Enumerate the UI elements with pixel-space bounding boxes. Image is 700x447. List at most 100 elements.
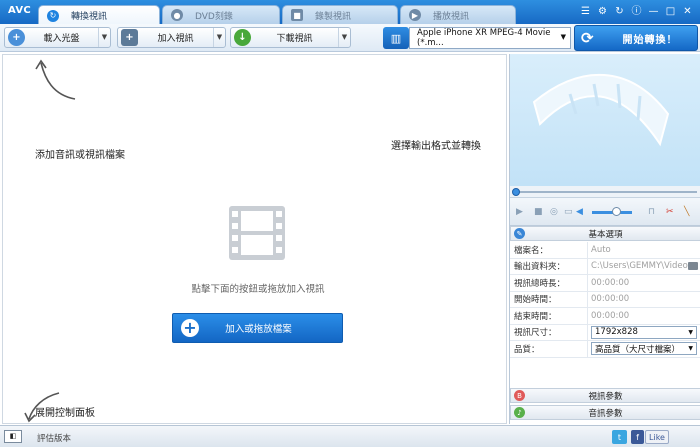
- audio-params-title: 音訊參數: [588, 408, 623, 419]
- download-icon: ↓: [234, 29, 251, 46]
- playback-controls: ▶ ■ ◎ ▭ ◀ ⊓ ✂ ╲: [510, 198, 700, 226]
- film-add-icon: +: [121, 29, 138, 46]
- start-convert-button[interactable]: ⟳ 開始轉換！: [574, 25, 698, 51]
- prop-row: 結束時間： 00:00:00: [510, 308, 700, 325]
- chevron-down-icon: ▼: [688, 345, 693, 353]
- tab-play-video[interactable]: ▶ 播放視訊: [400, 5, 516, 24]
- hint-expand-panel: 展開控制面板: [35, 408, 95, 419]
- maximize-icon[interactable]: □: [664, 6, 677, 18]
- basic-options-header[interactable]: ✎ 基本選項: [510, 226, 700, 241]
- prop-row: 品質： 高品質（大尺寸檔案） ▼: [510, 341, 700, 358]
- gear-icon[interactable]: ⚙: [596, 6, 609, 18]
- trial-version-label: 評估版本: [37, 434, 72, 444]
- tab-label: 轉換視訊: [71, 12, 108, 22]
- disc-icon: ●: [171, 9, 183, 21]
- video-params-icon: B: [514, 390, 525, 401]
- twitter-icon[interactable]: t: [612, 430, 627, 444]
- play-icon[interactable]: ▶: [516, 207, 523, 217]
- start-convert-label: 開始轉換！: [622, 34, 678, 46]
- prop-row: 視訊總時長： 00:00:00: [510, 275, 700, 292]
- minimize-icon[interactable]: —: [647, 6, 660, 18]
- plus-icon: +: [181, 319, 199, 337]
- update-icon[interactable]: ↻: [613, 6, 626, 18]
- right-panel: ▶ ■ ◎ ▭ ◀ ⊓ ✂ ╲ ✎ 基本選項 檔案名： Auto 輸出資料夾： …: [509, 54, 700, 424]
- download-video-button[interactable]: ↓ 下載視訊 ▼: [230, 27, 351, 48]
- seek-knob[interactable]: [512, 188, 520, 196]
- hint-select-format: 選擇輸出格式並轉換: [391, 141, 481, 152]
- info-icon[interactable]: ⓘ: [630, 6, 643, 18]
- hint-add-files: 添加音訊或視訊檔案: [35, 150, 125, 161]
- stop-icon[interactable]: ■: [534, 207, 543, 217]
- end-time-field[interactable]: 00:00:00: [588, 308, 700, 324]
- video-size-value: 1792x828: [595, 327, 638, 338]
- file-drop-area[interactable]: 添加音訊或視訊檔案 選擇輸出格式並轉換 點擊下面的按鈕或拖放加入視訊 + 加入或…: [2, 54, 507, 424]
- download-video-label: 下載視訊: [276, 34, 313, 44]
- tab-label: 錄製視訊: [315, 11, 352, 22]
- prop-key: 開始時間：: [510, 291, 588, 307]
- like-button[interactable]: Like: [645, 430, 669, 444]
- facebook-icon[interactable]: f: [631, 430, 644, 444]
- prop-row: 開始時間： 00:00:00: [510, 291, 700, 308]
- folder-icon[interactable]: ▭: [564, 207, 573, 217]
- add-or-drop-label: 加入或拖放檔案: [225, 324, 292, 335]
- lock-icon[interactable]: ⊓: [648, 207, 655, 217]
- quality-cell: 高品質（大尺寸檔案） ▼: [588, 341, 700, 357]
- volume-knob[interactable]: [612, 207, 621, 216]
- start-time-field[interactable]: 00:00:00: [588, 292, 700, 308]
- prop-key: 視訊總時長：: [510, 275, 588, 291]
- play-icon: ▶: [409, 9, 421, 21]
- wand-icon[interactable]: ╲: [684, 207, 689, 217]
- load-disc-label: 載入光盤: [43, 34, 80, 44]
- tab-label: DVD刻錄: [195, 11, 233, 22]
- prop-key: 檔案名：: [510, 242, 588, 258]
- status-bar: ◧ 評估版本 t f Like: [0, 425, 700, 447]
- video-preview: [510, 54, 700, 186]
- add-or-drop-files-button[interactable]: + 加入或拖放檔案: [172, 313, 343, 343]
- tab-record-video[interactable]: ■ 錄製視訊: [282, 5, 398, 24]
- chevron-down-icon: ▼: [688, 328, 693, 336]
- filmstrip-decoration: [532, 74, 670, 147]
- load-disc-button[interactable]: + 載入光盤 ▼: [4, 27, 111, 48]
- title-bar: AVC ↻ 轉換視訊 ● DVD刻錄 ■ 錄製視訊 ▶ 播放視訊 ☰ ⚙ ↻ ⓘ…: [0, 0, 700, 25]
- folder-icon[interactable]: [688, 261, 698, 270]
- close-icon[interactable]: ✕: [681, 6, 694, 18]
- menu-icon[interactable]: ☰: [579, 6, 592, 18]
- effects-icon[interactable]: ✂: [666, 207, 674, 217]
- snapshot-icon[interactable]: ◎: [550, 207, 558, 217]
- seek-bar[interactable]: [510, 186, 700, 198]
- audio-params-header[interactable]: ♪ 音訊參數: [510, 405, 700, 420]
- seek-track[interactable]: [516, 191, 697, 193]
- video-params-title: 視訊參數: [588, 391, 623, 402]
- video-params-header[interactable]: B 視訊參數: [510, 388, 700, 403]
- convert-icon: ⟳: [581, 29, 594, 47]
- quality-value: 高品質（大尺寸檔案）: [595, 344, 681, 355]
- film-icon: [229, 206, 285, 260]
- output-format-value: Apple iPhone XR MPEG-4 Movie (*.m...: [417, 28, 551, 48]
- panel-toggle-button[interactable]: ◧: [4, 430, 22, 443]
- video-size-select[interactable]: 1792x828 ▼: [591, 325, 697, 339]
- volume-icon[interactable]: ◀: [576, 207, 583, 217]
- drop-hint-text: 點擊下面的按鈕或拖放加入視訊: [191, 284, 325, 295]
- tab-convert-video[interactable]: ↻ 轉換視訊: [38, 5, 160, 25]
- chevron-down-icon[interactable]: ▼: [213, 28, 225, 47]
- prop-key: 品質：: [510, 341, 588, 357]
- tab-label: 播放視訊: [433, 11, 470, 22]
- tab-dvd-burn[interactable]: ● DVD刻錄: [162, 5, 280, 24]
- basic-options-title: 基本選項: [588, 229, 623, 240]
- total-duration-value: 00:00:00: [591, 277, 630, 288]
- format-device-icon[interactable]: ▥: [383, 27, 409, 49]
- camera-icon: ■: [291, 9, 303, 21]
- prop-row: 輸出資料夾： C:\Users\GEMMY\Video...: [510, 258, 700, 275]
- basic-options-table: 檔案名： Auto 輸出資料夾： C:\Users\GEMMY\Video...…: [510, 242, 700, 358]
- chevron-down-icon[interactable]: ▼: [338, 28, 350, 47]
- file-name-field[interactable]: Auto: [588, 242, 700, 258]
- output-folder-field[interactable]: C:\Users\GEMMY\Video...: [588, 259, 700, 275]
- add-video-button[interactable]: + 加入視訊 ▼: [117, 27, 226, 48]
- hint-arrow-up: [35, 59, 76, 100]
- audio-params-icon: ♪: [514, 407, 525, 418]
- prop-key: 輸出資料夾：: [510, 258, 588, 274]
- quality-select[interactable]: 高品質（大尺寸檔案） ▼: [591, 342, 697, 356]
- refresh-icon: ↻: [47, 9, 59, 22]
- chevron-down-icon[interactable]: ▼: [98, 28, 110, 47]
- output-format-select[interactable]: Apple iPhone XR MPEG-4 Movie (*.m... ▼: [409, 27, 571, 49]
